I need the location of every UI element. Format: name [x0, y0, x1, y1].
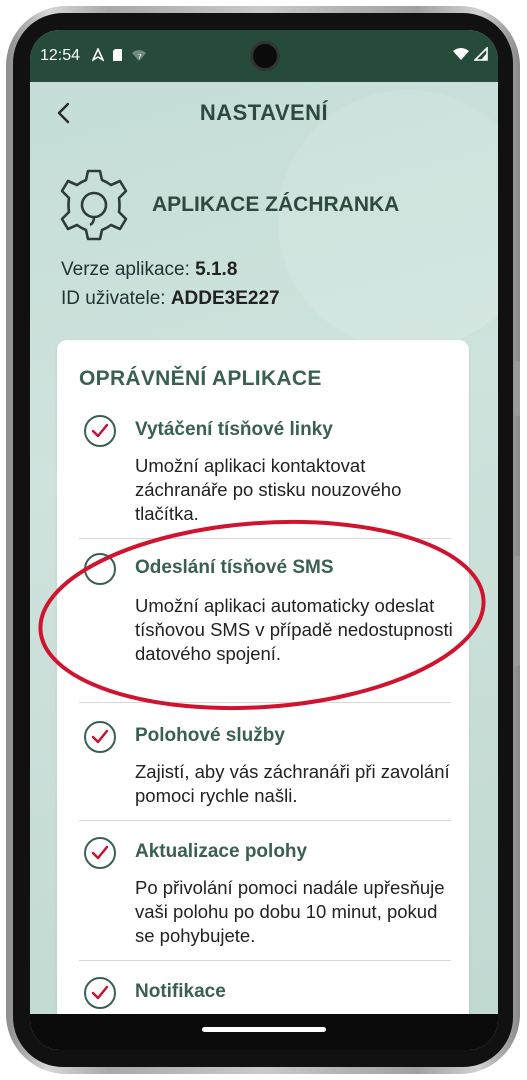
app-info-row: APLIKACE ZÁCHRANKA	[54, 165, 399, 245]
user-id-label: ID uživatele:	[61, 288, 166, 309]
check-circle-icon[interactable]	[83, 836, 117, 870]
chevron-left-icon	[57, 102, 70, 124]
screen: 12:54 ? NASTAVENÍ APLIKACE ZÁCHRANKA Ver…	[30, 30, 498, 1050]
svg-text:?: ?	[138, 53, 142, 61]
check-circle-icon[interactable]	[83, 976, 117, 1010]
user-id-value: ADDE3E227	[170, 288, 280, 309]
check-circle-icon[interactable]	[83, 720, 117, 754]
permission-desc: Zajistí, aby vás záchranáři při zavolání…	[135, 761, 450, 806]
permission-title: Aktualizace polohy	[135, 841, 308, 862]
power-button	[514, 556, 520, 666]
wifi-icon	[452, 47, 470, 65]
gear-icon	[60, 169, 128, 241]
user-id: ID uživatele: ADDE3E227	[61, 288, 280, 310]
wifi-question-icon: ?	[131, 49, 147, 64]
status-time: 12:54	[40, 47, 81, 64]
permission-desc: Umožní aplikaci kontaktovat záchranáře p…	[135, 455, 402, 524]
divider	[79, 820, 451, 821]
sd-card-icon	[112, 48, 123, 64]
permissions-title: OPRÁVNĚNÍ APLIKACE	[79, 367, 322, 390]
volume-button	[514, 361, 520, 416]
navigation-icon	[91, 47, 105, 64]
signal-icon	[473, 46, 488, 65]
page-title: NASTAVENÍ	[199, 100, 329, 125]
home-gesture-bar[interactable]	[202, 1027, 326, 1032]
version-value: 5.1.8	[195, 259, 238, 280]
divider	[79, 960, 451, 961]
front-camera	[250, 41, 280, 71]
status-icons-left: ?	[91, 47, 147, 64]
divider	[79, 538, 451, 539]
empty-circle-icon[interactable]	[83, 552, 117, 586]
permission-title: Vytáčení tísňové linky	[135, 419, 333, 440]
divider	[79, 702, 451, 703]
header: NASTAVENÍ	[30, 90, 498, 136]
status-icons-right	[452, 46, 488, 65]
back-button[interactable]	[52, 100, 78, 126]
navigation-bar	[30, 1014, 498, 1050]
permission-title: Polohové služby	[135, 725, 285, 746]
app-version: Verze aplikace: 5.1.8	[61, 259, 237, 281]
permission-desc: Umožní aplikaci automaticky odeslat tísň…	[135, 595, 453, 664]
check-circle-icon[interactable]	[83, 414, 117, 448]
permission-title: Notifikace	[135, 981, 226, 1002]
permissions-card: OPRÁVNĚNÍ APLIKACE Vytáčení tísňové link…	[57, 340, 469, 1040]
permission-title: Odeslání tísňové SMS	[135, 557, 334, 578]
permission-desc: Po přivolání pomoci nadále upřesňuje vaš…	[135, 877, 445, 946]
app-name: APLIKACE ZÁCHRANKA	[152, 193, 400, 216]
version-label: Verze aplikace:	[61, 259, 190, 280]
